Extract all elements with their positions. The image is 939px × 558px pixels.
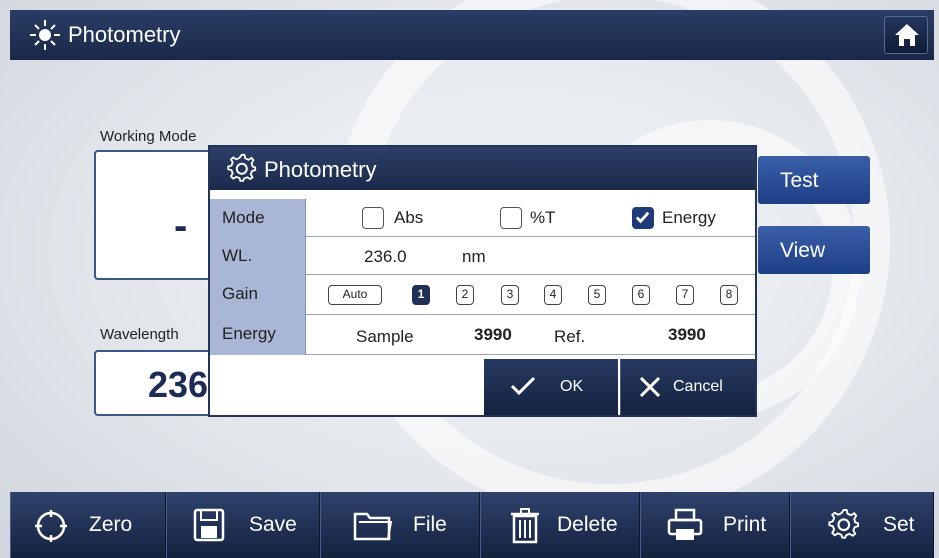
sample-value: 3990: [474, 325, 512, 344]
cancel-button-label: Cancel: [673, 378, 723, 395]
dialog-title: Photometry: [264, 157, 377, 182]
energy-label: Energy: [210, 315, 306, 355]
energy-checkbox-label: Energy: [662, 208, 716, 227]
sun-icon: [30, 20, 60, 50]
delete-button[interactable]: Delete: [480, 492, 640, 558]
working-mode-value: -: [174, 204, 188, 248]
save-button[interactable]: Save: [166, 492, 320, 558]
home-icon: [895, 24, 919, 46]
gain-option-2[interactable]: 2: [456, 285, 474, 305]
dialog-header: Photometry: [210, 147, 755, 190]
wl-label: WL.: [210, 237, 306, 275]
gain-option-auto[interactable]: Auto: [328, 285, 382, 305]
view-button[interactable]: View: [758, 226, 870, 274]
wl-unit: nm: [462, 247, 486, 266]
gear-icon: [828, 508, 860, 539]
test-button[interactable]: Test: [758, 156, 870, 204]
sample-label: Sample: [356, 327, 414, 346]
gain-option-1[interactable]: 1: [412, 285, 430, 305]
gain-option-6[interactable]: 6: [632, 285, 650, 305]
checkmark-icon: [635, 211, 650, 224]
delete-button-label: Delete: [557, 513, 618, 536]
gain-option-7[interactable]: 7: [676, 285, 694, 305]
wavelength-value: 236: [148, 364, 209, 405]
gain-label: Gain: [210, 275, 306, 315]
file-button-label: File: [413, 513, 447, 536]
screen: Photometry Working Mode - Wavelength 236…: [0, 0, 939, 558]
crosshair-icon: [35, 510, 67, 542]
bottom-toolbar: Zero Save File Delete Print Set: [10, 492, 934, 558]
gain-option-4[interactable]: 4: [544, 285, 562, 305]
working-mode-label: Working Mode: [100, 128, 197, 145]
mode-label: Mode: [210, 199, 306, 237]
gain-option-8[interactable]: 8: [720, 285, 738, 305]
ref-value: 3990: [668, 325, 706, 344]
set-button[interactable]: Set: [790, 492, 934, 558]
wl-row: WL. 236.0 nm: [210, 237, 755, 275]
ok-button[interactable]: OK: [484, 359, 618, 415]
set-button-label: Set: [883, 513, 915, 536]
energy-checkbox[interactable]: [632, 207, 654, 229]
gain-option-3[interactable]: 3: [501, 285, 519, 305]
print-button[interactable]: Print: [640, 492, 790, 558]
save-button-label: Save: [249, 513, 297, 536]
print-button-label: Print: [723, 513, 767, 536]
zero-button[interactable]: Zero: [10, 492, 166, 558]
folder-icon: [353, 512, 393, 541]
ok-button-label: OK: [560, 378, 584, 395]
percent-t-checkbox-label: %T: [530, 208, 556, 227]
file-button[interactable]: File: [320, 492, 480, 558]
printer-icon: [667, 508, 703, 540]
mode-row: Mode Abs %T Energy: [210, 199, 755, 237]
zero-button-label: Zero: [89, 513, 133, 536]
check-icon: [510, 376, 536, 396]
gain-option-5[interactable]: 5: [588, 285, 606, 305]
floppy-disk-icon: [193, 508, 225, 542]
wavelength-label: Wavelength: [100, 326, 179, 343]
trash-icon: [511, 508, 539, 544]
cancel-button[interactable]: Cancel: [620, 359, 755, 415]
gear-icon: [227, 153, 257, 182]
title-bar: Photometry: [10, 10, 934, 60]
abs-checkbox-label: Abs: [394, 208, 424, 227]
energy-row: Energy Sample 3990 Ref. 3990: [210, 315, 755, 355]
ref-label: Ref.: [554, 327, 586, 346]
abs-checkbox[interactable]: [362, 207, 384, 229]
page-title: Photometry: [68, 22, 181, 47]
photometry-dialog: Photometry Mode Abs %T Energy WL. 236.0 …: [208, 145, 757, 417]
gain-row: Gain Auto 1 2 3 4 5 6 7 8: [210, 275, 755, 315]
wl-value-field[interactable]: 236.0: [364, 247, 407, 267]
home-button[interactable]: [884, 16, 928, 54]
percent-t-checkbox[interactable]: [500, 207, 522, 229]
close-icon: [639, 376, 661, 398]
